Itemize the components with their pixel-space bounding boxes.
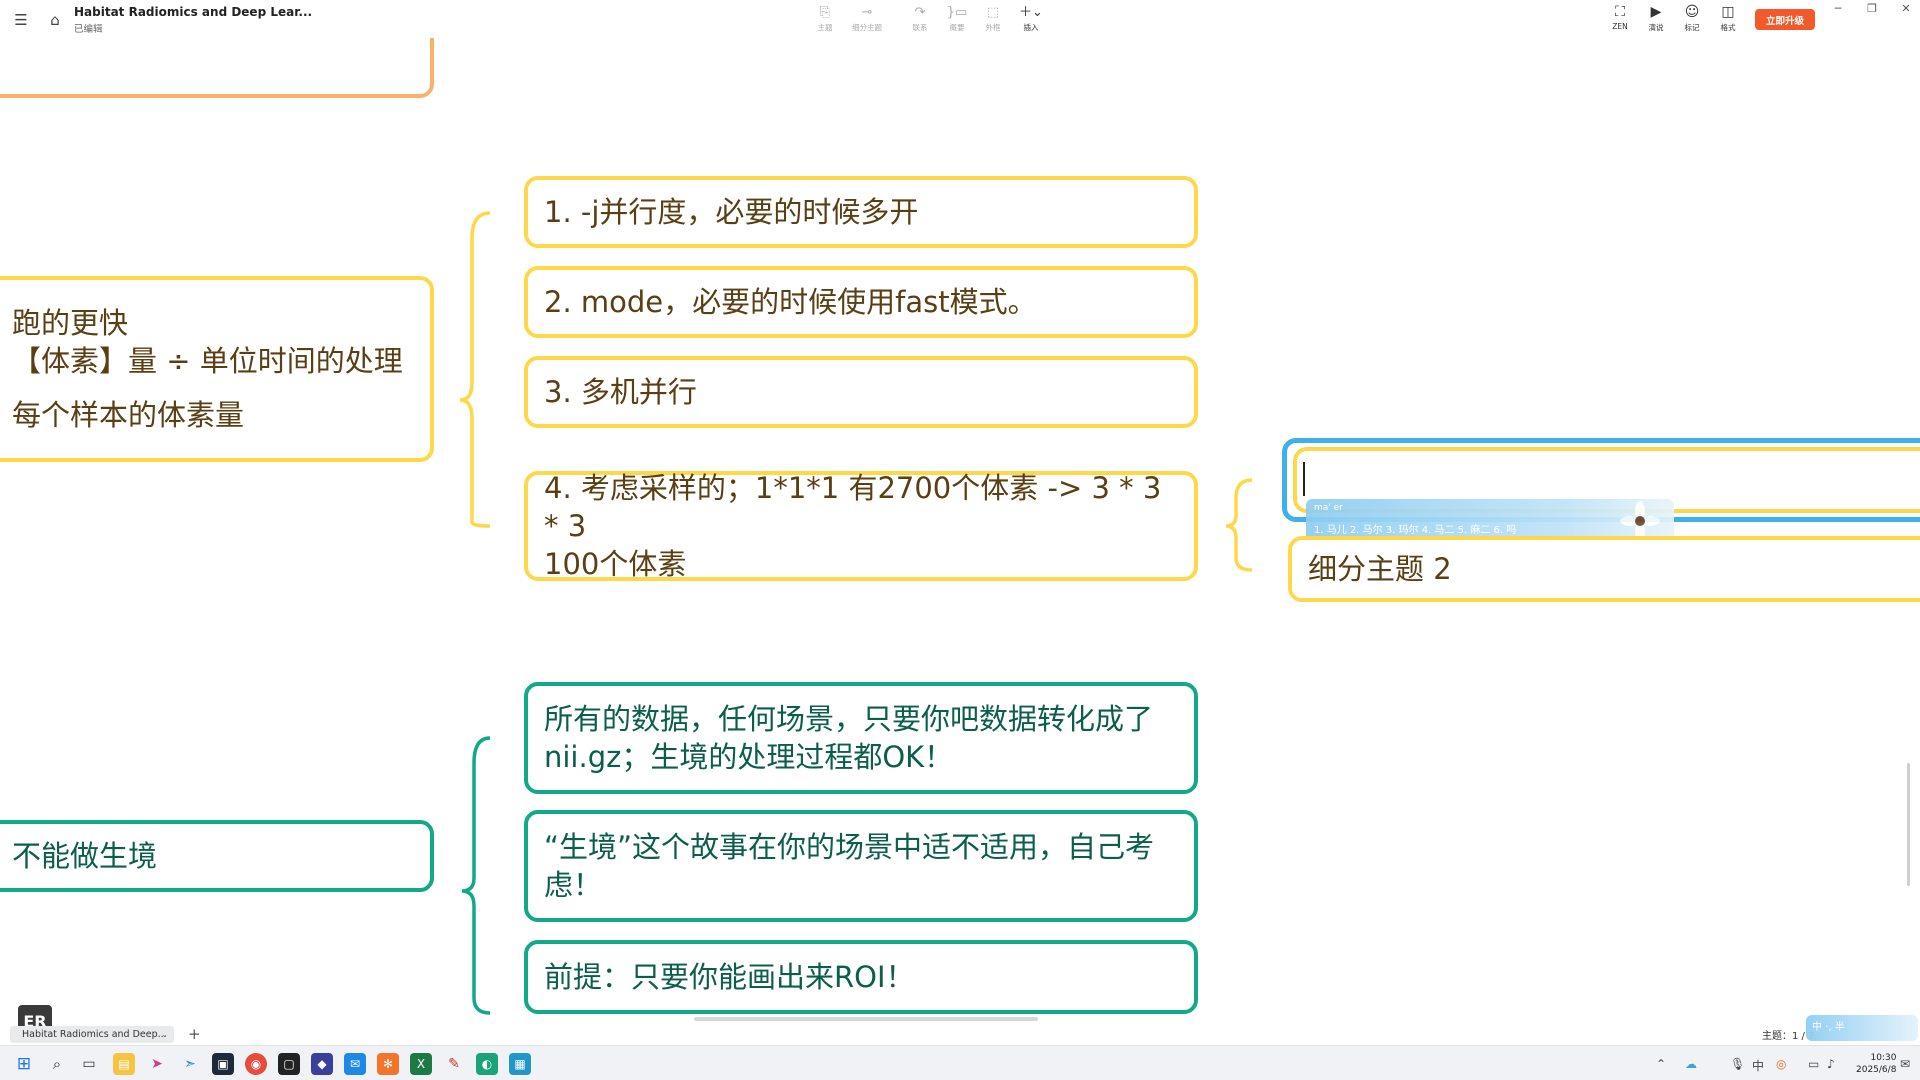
present-button[interactable]: ▶ 演说 bbox=[1639, 5, 1673, 33]
subtopic-node-2[interactable]: 细分主题 2 bbox=[1288, 536, 1920, 602]
volume-icon[interactable]: ♪ bbox=[1827, 1057, 1835, 1071]
green-node-2-line2: 虑！ bbox=[544, 868, 603, 902]
topic-node-1[interactable]: 1. -j并行度，必要的时候多开 bbox=[524, 176, 1198, 248]
green-node-2-line1: “生境”这个故事在你的场景中适不适用，自己考 bbox=[544, 830, 1155, 864]
sheet-tab-label: Habitat Radiomics and Deep... bbox=[22, 1029, 167, 1040]
microphone-icon[interactable]: 🎙 bbox=[1730, 1057, 1745, 1071]
clock-date: 2025/6/8 bbox=[1856, 1065, 1897, 1075]
restore-icon[interactable]: ❐ bbox=[1864, 2, 1880, 16]
document-title[interactable]: Habitat Radiomics and Deep Lear... bbox=[74, 5, 312, 19]
summary-button[interactable]: }▭ 概要 bbox=[937, 5, 977, 33]
green-node-2[interactable]: “生境”这个故事在你的场景中适不适用，自己考 虑！ bbox=[524, 810, 1198, 922]
vertical-scrollbar[interactable] bbox=[1907, 763, 1910, 886]
left-green-node[interactable]: 不能做生境 bbox=[0, 820, 434, 892]
topic-node-2[interactable]: 2. mode，必要的时候使用fast模式。 bbox=[524, 266, 1198, 338]
left-green-label: 不能做生境 bbox=[12, 839, 158, 873]
ime-icon[interactable]: 中 bbox=[1752, 1057, 1764, 1074]
subtopic-icon: ⊸ bbox=[861, 5, 873, 20]
left-yellow-line3: 每个样本的体素量 bbox=[12, 398, 245, 432]
chevron-up-icon[interactable]: ⌃ bbox=[1656, 1057, 1666, 1071]
arrow-app-icon[interactable]: ➣ bbox=[179, 1053, 201, 1075]
flower-decoration-icon bbox=[1620, 501, 1660, 541]
notification-icon[interactable]: ✉ bbox=[1900, 1057, 1910, 1071]
topic-node-2-label: 2. mode，必要的时候使用fast模式。 bbox=[544, 285, 1037, 319]
title-bar: ☰ ⌂ Habitat Radiomics and Deep Lear... 已… bbox=[0, 0, 1920, 38]
boundary-button[interactable]: ⬚ 外框 bbox=[973, 5, 1013, 33]
topic-node-4-line2: 100个体素 bbox=[544, 547, 687, 581]
monitor-app-icon[interactable]: ▦ bbox=[509, 1053, 531, 1075]
subtopic-button[interactable]: ⊸ 细分主题 bbox=[847, 5, 887, 33]
format-button[interactable]: ◫ 格式 bbox=[1711, 5, 1745, 33]
topic-icon: ⎘ bbox=[819, 5, 831, 20]
marker-button[interactable]: ☺ 标记 bbox=[1675, 5, 1709, 33]
horizontal-scrollbar[interactable] bbox=[694, 1017, 1038, 1021]
task-view-icon[interactable]: ▭ bbox=[78, 1053, 100, 1075]
left-yellow-line2: 【体素】量 ÷ 单位时间的处理 bbox=[12, 344, 403, 378]
send-app-icon[interactable]: ➤ bbox=[146, 1053, 168, 1075]
ime-composition: ma' er bbox=[1314, 503, 1343, 513]
smiley-icon: ☺ bbox=[1684, 4, 1700, 20]
app-tray-icon[interactable]: ◎ bbox=[1776, 1057, 1786, 1071]
left-yellow-line1: 跑的更快 bbox=[12, 306, 129, 340]
minimize-icon[interactable]: ─ bbox=[1830, 2, 1846, 16]
relation-icon: ↷ bbox=[914, 5, 926, 20]
menu-icon[interactable]: ☰ bbox=[10, 9, 32, 31]
left-orange-node[interactable] bbox=[0, 38, 434, 98]
excel-icon[interactable]: X bbox=[410, 1053, 432, 1075]
clock-time: 10:30 bbox=[1870, 1053, 1897, 1063]
acrobat-icon[interactable]: ✎ bbox=[443, 1053, 465, 1075]
green-node-1-line1: 所有的数据，任何场景，只要你吧数据转化成了 bbox=[544, 702, 1154, 736]
left-yellow-node[interactable]: 跑的更快 【体素】量 ÷ 单位时间的处理 每个样本的体素量 bbox=[0, 276, 434, 462]
topic-node-3[interactable]: 3. 多机并行 bbox=[524, 356, 1198, 428]
insert-button[interactable]: ＋⌄ 插入 bbox=[1011, 5, 1051, 33]
chrome-icon[interactable]: ◉ bbox=[245, 1053, 267, 1075]
sheet-tab[interactable]: Habitat Radiomics and Deep... ⌄ bbox=[10, 1026, 174, 1043]
chat-app-icon[interactable]: ✉ bbox=[344, 1053, 366, 1075]
panel-icon: ◫ bbox=[1721, 4, 1735, 20]
file-explorer-icon[interactable]: ▤ bbox=[113, 1053, 135, 1075]
subtopic-node-2-label: 细分主题 2 bbox=[1308, 552, 1452, 586]
topic-node-4[interactable]: 4. 考虑采样的；1*1*1 有2700个体素 -> 3 * 3 * 3 100… bbox=[524, 471, 1198, 581]
topic-button[interactable]: ⎘ 主题 bbox=[805, 5, 845, 33]
home-icon[interactable]: ⌂ bbox=[44, 9, 66, 31]
chevron-down-icon[interactable]: ⌄ bbox=[161, 1026, 168, 1043]
windows-start-icon[interactable]: ⊞ bbox=[13, 1053, 35, 1075]
cloud-icon[interactable]: ☁ bbox=[1685, 1057, 1697, 1071]
close-icon[interactable]: ✕ bbox=[1898, 2, 1914, 16]
green-node-1-line2: nii.gz；生境的处理过程都OK！ bbox=[544, 740, 954, 774]
system-clock[interactable]: 10:30 2025/6/8 bbox=[1856, 1052, 1896, 1076]
fullscreen-icon: ⛶ bbox=[1615, 4, 1625, 20]
xmind-app-icon[interactable]: ✻ bbox=[377, 1053, 399, 1075]
vpn-app-icon[interactable]: ◆ bbox=[311, 1053, 333, 1075]
relation-button[interactable]: ↷ 联系 bbox=[900, 5, 940, 33]
capture-app-icon[interactable]: ▢ bbox=[278, 1053, 300, 1075]
document-status: 已编辑 bbox=[74, 24, 103, 35]
green-node-3-label: 前提：只要你能画出来ROI！ bbox=[544, 960, 915, 994]
plus-icon: ＋⌄ bbox=[1019, 5, 1043, 20]
zen-button[interactable]: ⛶ ZEN bbox=[1603, 4, 1637, 32]
green-node-3[interactable]: 前提：只要你能画出来ROI！ bbox=[524, 940, 1198, 1014]
network-icon[interactable]: ▭ bbox=[1808, 1057, 1819, 1071]
search-icon[interactable]: ⌕ bbox=[46, 1053, 68, 1075]
ime-status-badge[interactable]: 中 ·, 半 bbox=[1806, 1015, 1918, 1041]
mindmap-canvas[interactable]: 跑的更快 【体素】量 ÷ 单位时间的处理 每个样本的体素量 不能做生境 1. -… bbox=[0, 38, 1920, 1045]
play-icon: ▶ bbox=[1650, 4, 1662, 20]
green-node-1[interactable]: 所有的数据，任何场景，只要你吧数据转化成了 nii.gz；生境的处理过程都OK！ bbox=[524, 682, 1198, 794]
topic-node-3-label: 3. 多机并行 bbox=[544, 375, 697, 409]
ime-candidates[interactable]: 1. 马儿 2. 马尔 3. 玛尔 4. 马二 5. 麻二 6. 吗 bbox=[1314, 521, 1516, 536]
summary-icon: }▭ bbox=[946, 5, 968, 20]
text-caret bbox=[1303, 462, 1305, 496]
topic-node-1-label: 1. -j并行度，必要的时候多开 bbox=[544, 195, 919, 229]
taskbar: ⊞ ⌕ ▭ ▤ ➤ ➣ ▣ ◉ ▢ ◆ ✉ ✻ X ✎ ◐ ▦ ⌃ ☁ 🎙 中 … bbox=[0, 1045, 1920, 1080]
add-sheet-button[interactable]: + bbox=[188, 1025, 201, 1043]
wechat-icon[interactable]: ◐ bbox=[476, 1053, 498, 1075]
upgrade-button[interactable]: 立即升级 bbox=[1755, 9, 1815, 30]
boundary-icon: ⬚ bbox=[986, 5, 1000, 20]
terminal-app-icon[interactable]: ▣ bbox=[212, 1053, 234, 1075]
topic-node-4-line1: 4. 考虑采样的；1*1*1 有2700个体素 -> 3 * 3 * 3 bbox=[544, 471, 1162, 543]
